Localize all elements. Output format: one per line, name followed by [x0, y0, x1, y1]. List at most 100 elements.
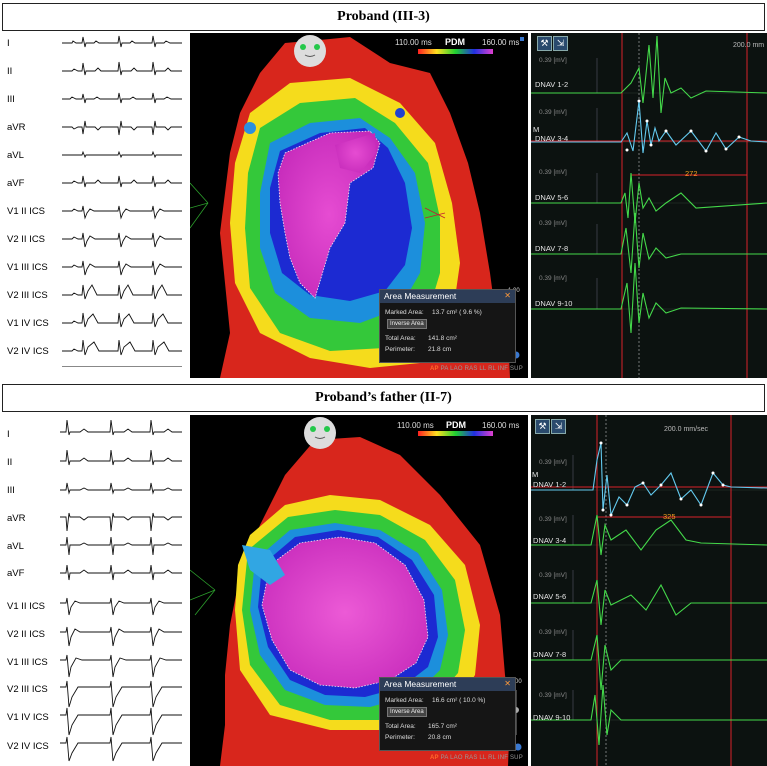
expand-icon[interactable]: ⇲	[551, 419, 566, 434]
egm-label-dnav-9-10: DNAV 9-10	[535, 299, 573, 308]
area-measurement-title: Area Measurement	[380, 290, 515, 303]
tool-icon[interactable]: ⚒	[535, 419, 550, 434]
egm-marker-label: M	[533, 125, 540, 134]
view-tabs[interactable]: AP PA LAO RAS LL RL INF SUP	[430, 366, 523, 372]
egm-label-dnav-7-8: DNAV 7-8	[533, 650, 567, 659]
lead-label-v2-iv-ics: V2 IV ICS	[7, 741, 49, 752]
area-measurement-dialog[interactable]: Area Measurement ✕ Marked Area: 16.6 cm²…	[379, 677, 516, 751]
head-orientation-icon	[294, 35, 326, 67]
ecg-trace	[60, 680, 182, 708]
ecg-trace	[60, 736, 182, 762]
lead-label-v2-ii-ics: V2 II ICS	[7, 629, 46, 640]
lead-label-avf: aVF	[7, 568, 25, 579]
ecg-trace	[62, 260, 182, 276]
ecg-trace	[60, 512, 182, 532]
electrogram-panel-proband[interactable]: ⚒ ⇲ 200.0 mm 0.39 [mV] DNAV 1-2 0.39 [mV…	[531, 33, 767, 378]
colorbar-max-label: 160.00 ms	[482, 421, 520, 430]
lead-label-ii: II	[7, 66, 13, 77]
ecg-trace	[62, 175, 182, 188]
lead-label-ii: II	[7, 457, 13, 468]
lead-label-avr: aVR	[7, 122, 26, 133]
lead-label-i: I	[7, 429, 10, 440]
ecg-trace	[60, 654, 182, 678]
egm-label-dnav-9-10: DNAV 9-10	[533, 713, 571, 722]
ecg-leads-proband: I II III aVR aVL aVF V1 II ICS V2 II ICS…	[0, 33, 188, 378]
egm-scale-2: 0.39 [mV]	[539, 516, 567, 523]
lead-label-v1-ii-ics: V1 II ICS	[7, 206, 46, 217]
egm-scale-5: 0.39 [mV]	[539, 692, 567, 699]
ecg-trace	[62, 205, 182, 220]
view-tabs[interactable]: AP PA LAO RAS LL RL INF SUP	[430, 755, 523, 761]
ecg-trace	[62, 312, 182, 328]
lead-label-v1-iv-ics: V1 IV ICS	[7, 712, 49, 723]
total-area-label: Total Area:	[385, 335, 416, 342]
egm-label-dnav-3-4: DNAV 3-4	[533, 536, 567, 545]
ecg-trace	[62, 284, 182, 300]
ecg-trace	[62, 339, 182, 356]
lead-label-v1-iii-ics: V1 III ICS	[7, 657, 48, 668]
lead-label-v2-ii-ics: V2 II ICS	[7, 234, 46, 245]
lead-label-avr: aVR	[7, 513, 26, 524]
egm-marker-label: M	[532, 470, 539, 479]
ecg-trace	[62, 92, 182, 104]
panel-title-father: Proband’s father (II-7)	[2, 384, 765, 412]
close-icon[interactable]: ✕	[504, 679, 511, 688]
egm-scale-1: 0.39 [mV]	[539, 459, 567, 466]
view-tab-others[interactable]: PA LAO RAS LL RL INF SUP	[441, 755, 523, 761]
marked-area-value: 16.6 cm² ( 10.0 %)	[432, 697, 486, 704]
ecg-trace	[60, 597, 182, 616]
colorbar	[418, 431, 493, 436]
area-measurement-dialog[interactable]: Area Measurement ✕ Marked Area: 13.7 cm²…	[379, 289, 516, 363]
perimeter-value: 21.8 cm	[428, 346, 452, 353]
activation-map-proband[interactable]: 110.00 ms PDM 160.00 ms 1.00 Area Measur…	[190, 33, 528, 378]
lead-label-v1-ii-ics: V1 II ICS	[7, 601, 46, 612]
colorbar-min-label: 110.00 ms	[397, 421, 434, 430]
lead-label-avl: aVL	[7, 541, 24, 552]
ecg-baseline-ticks	[62, 366, 182, 367]
colorbar	[418, 49, 493, 54]
tool-icon[interactable]: ⚒	[537, 36, 552, 51]
egm-label-dnav-5-6: DNAV 5-6	[533, 592, 567, 601]
sweep-speed-label: 200.0 mm/sec	[664, 426, 708, 433]
ecg-trace	[62, 35, 182, 48]
perimeter-label: Perimeter:	[385, 734, 415, 741]
ecg-trace	[60, 707, 182, 736]
egm-trace-dnav-9-10	[531, 262, 767, 334]
lead-label-v2-iii-ics: V2 III ICS	[7, 684, 48, 695]
lead-label-i: I	[7, 38, 10, 49]
ecg-trace	[60, 449, 182, 466]
ecg-trace	[62, 120, 182, 136]
ecg-trace	[62, 232, 182, 248]
inverse-area-button[interactable]: Inverse Area	[387, 707, 427, 717]
perimeter-value: 20.8 cm	[428, 734, 452, 741]
ecg-trace	[60, 626, 182, 647]
view-tab-others[interactable]: PA LAO RAS LL RL INF SUP	[441, 366, 523, 372]
activation-map-father[interactable]: 110.00 ms PDM 160.00 ms 1.00 Area Measur…	[190, 415, 528, 766]
ecg-trace	[60, 564, 182, 581]
head-orientation-icon	[304, 417, 336, 449]
egm-label-dnav-1-2: DNAV 1-2	[533, 480, 567, 489]
interval-value: 272	[685, 169, 698, 178]
view-tab-ap[interactable]: AP	[430, 755, 439, 761]
electrogram-panel-father[interactable]: ⚒ ⇲ 200.0 mm/sec 0.39 [mV] M DNAV 1-2 0.…	[531, 415, 767, 766]
egm-trace-dnav-7-8	[531, 634, 767, 691]
lead-label-v2-iii-ics: V2 III ICS	[7, 290, 48, 301]
expand-icon[interactable]: ⇲	[553, 36, 568, 51]
egm-label-dnav-5-6: DNAV 5-6	[535, 193, 569, 202]
view-tab-ap[interactable]: AP	[430, 366, 439, 372]
ecg-trace	[60, 419, 182, 436]
egm-scale-3: 0.39 [mV]	[539, 169, 567, 176]
colorbar-max-label: 160.00 ms	[482, 38, 520, 47]
lead-label-avf: aVF	[7, 178, 25, 189]
total-area-label: Total Area:	[385, 723, 416, 730]
egm-label-dnav-3-4: DNAV 3-4	[535, 134, 569, 143]
marked-area-label: Marked Area:	[385, 309, 424, 316]
close-icon[interactable]: ✕	[504, 291, 511, 300]
inverse-area-button[interactable]: Inverse Area	[387, 319, 427, 329]
egm-scale-3: 0.39 [mV]	[539, 572, 567, 579]
perimeter-label: Perimeter:	[385, 346, 415, 353]
colorbar-min-label: 110.00 ms	[395, 38, 432, 47]
colorbar-title: PDM	[446, 420, 466, 430]
ecg-trace	[60, 482, 182, 495]
panel-title-proband: Proband (III-3)	[2, 3, 765, 31]
